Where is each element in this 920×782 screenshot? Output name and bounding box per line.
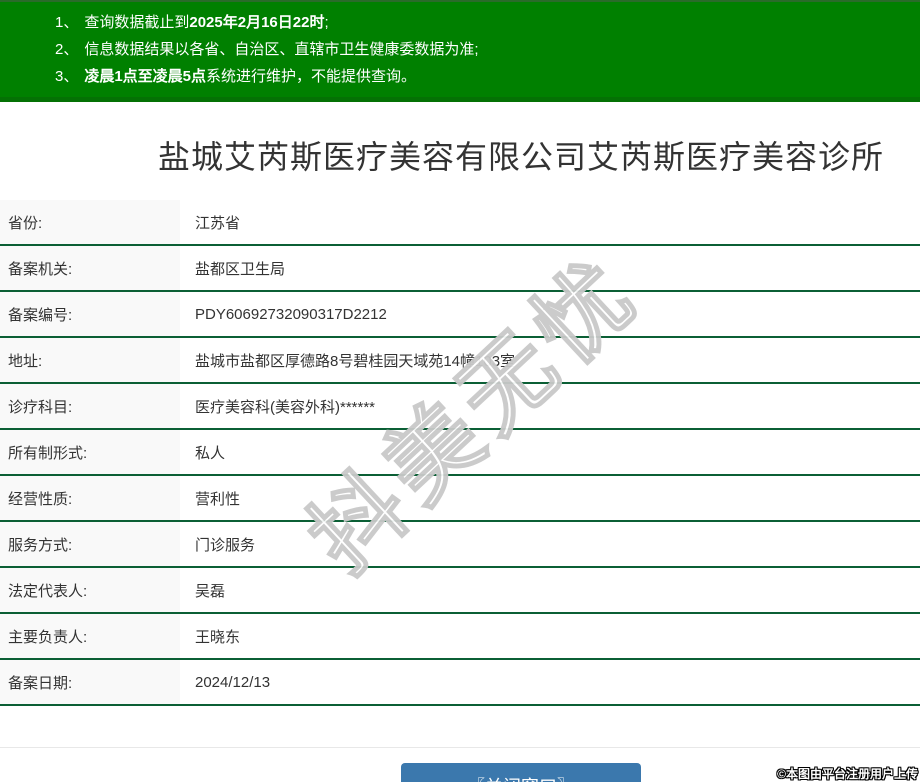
record-value: 吴磊 (195, 582, 226, 600)
table-row: 备案日期: 2024/12/13 (0, 660, 920, 706)
page: 1、 查询数据截止到2025年2月16日22时; 2、 信息数据结果以各省、自治区、… (0, 0, 920, 782)
notice-bar: 1、 查询数据截止到2025年2月16日22时; 2、 信息数据结果以各省、自治区、… (0, 0, 920, 102)
record-label: 备案编号: (0, 292, 180, 336)
table-row: 法定代表人: 吴磊 (0, 568, 920, 614)
notice-text: ; (324, 14, 329, 31)
table-row: 地址: 盐城市盐都区厚德路8号碧桂园天域苑14幢103室 (0, 338, 920, 384)
notice-number: 3、 (55, 68, 79, 85)
records-table: 省份: 江苏省 备案机关: 盐都区卫生局 备案编号: PDY6069273209… (0, 200, 920, 706)
record-value: 医疗美容科(美容外科)****** (195, 398, 376, 416)
record-label: 地址: (0, 338, 180, 382)
table-row: 主要负责人: 王晓东 (0, 614, 920, 660)
page-title: 盐城艾芮斯医疗美容有限公司艾芮斯医疗美容诊所 (157, 139, 884, 175)
record-value: 私人 (195, 444, 226, 462)
record-label: 经营性质: (0, 476, 180, 520)
record-value: PDY60692732090317D2212 (195, 305, 387, 323)
table-row: 诊疗科目: 医疗美容科(美容外科)****** (0, 384, 920, 430)
notice-line-3: 3、 凌晨1点至凌晨5点系统进行维护，不能提供查询。 (55, 63, 920, 90)
table-row: 服务方式: 门诊服务 (0, 522, 920, 568)
table-row: 所有制形式: 私人 (0, 430, 920, 476)
notice-line-2: 2、 信息数据结果以各省、自治区、直辖市卫生健康委数据为准; (55, 36, 920, 63)
notice-line-1: 1、 查询数据截止到2025年2月16日22时; (55, 9, 920, 36)
record-label: 诊疗科目: (0, 384, 180, 428)
record-label: 备案机关: (0, 246, 180, 290)
table-row: 备案机关: 盐都区卫生局 (0, 246, 920, 292)
notice-text: 查询数据截止到 (84, 14, 190, 31)
close-window-button[interactable]: 〖关闭窗口〗 (401, 763, 641, 782)
record-label: 备案日期: (0, 660, 180, 704)
record-label: 服务方式: (0, 522, 180, 566)
record-value: 盐都区卫生局 (195, 260, 286, 278)
record-value: 2024/12/13 (195, 673, 271, 691)
notice-text: 系统进行维护，不能提供查询。 (206, 68, 417, 85)
record-value: 王晓东 (195, 628, 241, 646)
record-label: 法定代表人: (0, 568, 180, 612)
notice-text-bold: 2025年2月16日22时 (189, 14, 325, 31)
credit-watermark: ©本图由平台注册用户上传 (777, 767, 918, 781)
record-value: 门诊服务 (195, 536, 256, 554)
table-row: 经营性质: 营利性 (0, 476, 920, 522)
record-label: 主要负责人: (0, 614, 180, 658)
record-value: 盐城市盐都区厚德路8号碧桂园天域苑14幢103室 (195, 352, 516, 370)
record-label: 所有制形式: (0, 430, 180, 474)
footer-divider (0, 747, 920, 748)
notice-number: 2、 (55, 41, 79, 58)
table-row: 省份: 江苏省 (0, 200, 920, 246)
notice-number: 1、 (55, 14, 79, 31)
record-label: 省份: (0, 200, 180, 244)
notice-text: 信息数据结果以各省、自治区、直辖市卫生健康委数据为准; (84, 41, 479, 58)
record-value: 营利性 (195, 490, 241, 508)
notice-text-bold: 凌晨1点至凌晨5点 (84, 68, 207, 85)
record-value: 江苏省 (195, 214, 241, 232)
table-row: 备案编号: PDY60692732090317D2212 (0, 292, 920, 338)
